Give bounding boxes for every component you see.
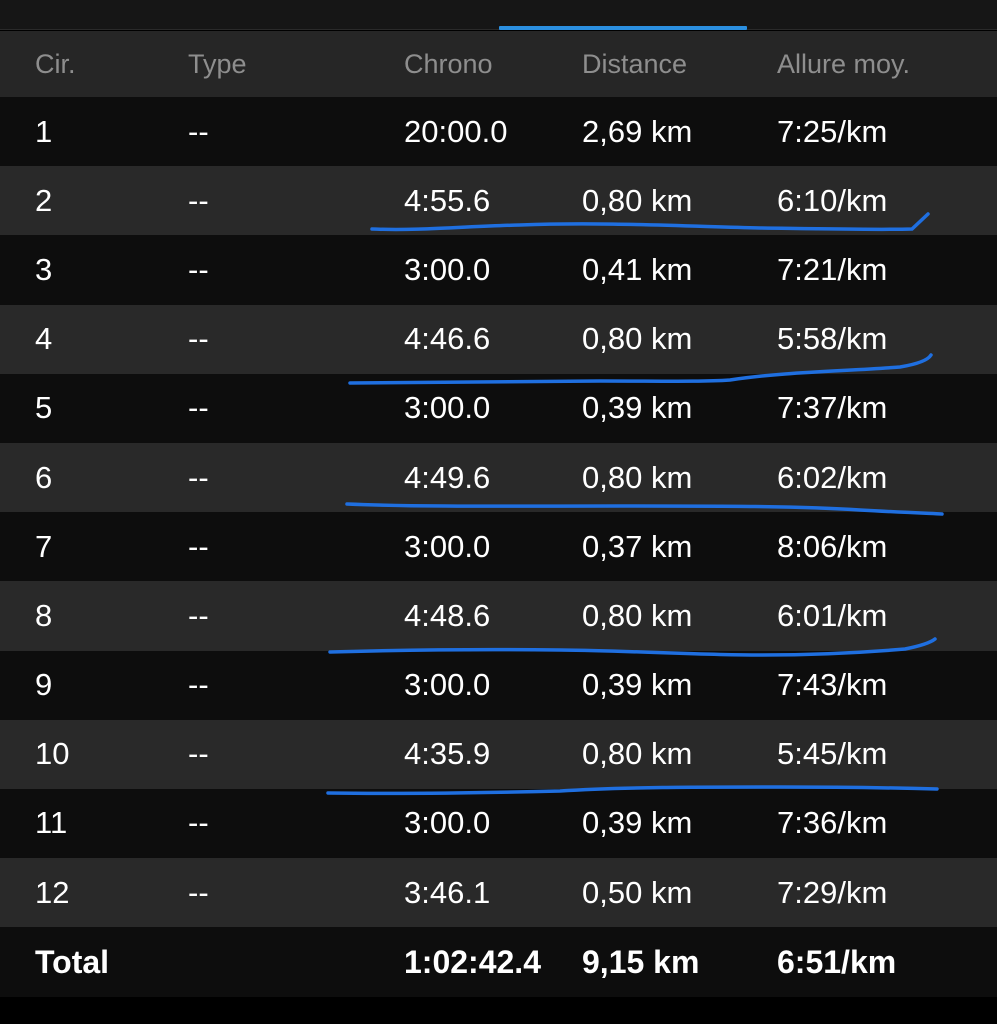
lap-distance: 0,37 km	[582, 528, 693, 564]
total-chrono: 1:02:42.4	[404, 943, 541, 980]
table-row[interactable]: 1 -- 20:00.0 2,69 km 7:25/km	[0, 97, 997, 167]
table-row[interactable]: 8 -- 4:48.6 0,80 km 6:01/km	[0, 581, 997, 651]
table-row[interactable]: 11 -- 3:00.0 0,39 km 7:36/km	[0, 788, 997, 859]
lap-number: 1	[35, 113, 53, 149]
lap-number: 12	[35, 874, 70, 910]
lap-chrono: 4:49.6	[404, 459, 491, 495]
lap-distance: 0,80 km	[582, 182, 693, 218]
lap-chrono: 3:00.0	[404, 528, 491, 564]
lap-pace: 7:36/km	[777, 805, 888, 841]
lap-pace: 7:29/km	[777, 874, 888, 910]
column-header-pace: Allure moy.	[777, 48, 911, 79]
lap-pace: 8:06/km	[777, 528, 888, 564]
lap-type: --	[188, 321, 209, 357]
lap-distance: 0,39 km	[582, 390, 693, 426]
lap-distance: 0,80 km	[582, 597, 693, 633]
lap-type: --	[188, 528, 209, 564]
total-label: Total	[35, 943, 110, 980]
lap-chrono: 3:00.0	[404, 390, 491, 426]
table-row[interactable]: 5 -- 3:00.0 0,39 km 7:37/km	[0, 373, 997, 443]
lap-type: --	[188, 459, 209, 495]
table-row[interactable]: 7 -- 3:00.0 0,37 km 8:06/km	[0, 512, 997, 582]
table-row[interactable]: 4 -- 4:46.6 0,80 km 5:58/km	[0, 304, 997, 374]
lap-chrono: 4:46.6	[404, 321, 491, 357]
lap-pace: 6:01/km	[777, 597, 888, 633]
lap-pace: 7:25/km	[777, 113, 888, 149]
table-row[interactable]: 10 -- 4:35.9 0,80 km 5:45/km	[0, 719, 997, 789]
lap-distance: 0,80 km	[582, 321, 693, 357]
lap-chrono: 3:00.0	[404, 805, 491, 841]
column-header-chrono: Chrono	[404, 48, 493, 79]
laps-table: Cir. Type Chrono Distance Allure moy. 1 …	[0, 31, 997, 998]
lap-distance: 0,39 km	[582, 805, 693, 841]
lap-number: 6	[35, 459, 53, 495]
table-row[interactable]: 3 -- 3:00.0 0,41 km 7:21/km	[0, 235, 997, 305]
lap-distance: 0,41 km	[582, 251, 693, 287]
table-row[interactable]: 2 -- 4:55.6 0,80 km 6:10/km	[0, 166, 997, 236]
column-header-lap: Cir.	[35, 48, 76, 79]
lap-pace: 6:10/km	[777, 182, 888, 218]
table-row[interactable]: 6 -- 4:49.6 0,80 km 6:02/km	[0, 442, 997, 513]
lap-distance: 0,50 km	[582, 874, 693, 910]
table-row[interactable]: 9 -- 3:00.0 0,39 km 7:43/km	[0, 650, 997, 720]
lap-number: 2	[35, 182, 53, 218]
tab-bar	[0, 0, 997, 30]
lap-number: 5	[35, 390, 53, 426]
lap-number: 3	[35, 251, 53, 287]
total-pace: 6:51/km	[777, 943, 897, 980]
lap-chrono: 4:48.6	[404, 597, 491, 633]
lap-type: --	[188, 667, 209, 703]
lap-pace: 7:21/km	[777, 251, 888, 287]
lap-chrono: 3:00.0	[404, 667, 491, 703]
lap-chrono: 20:00.0	[404, 113, 508, 149]
lap-pace: 5:45/km	[777, 736, 888, 772]
column-header-type: Type	[188, 48, 247, 79]
lap-pace: 7:43/km	[777, 667, 888, 703]
lap-type: --	[188, 874, 209, 910]
lap-number: 9	[35, 667, 53, 703]
total-row: Total 1:02:42.4 9,15 km 6:51/km	[0, 927, 997, 998]
lap-type: --	[188, 390, 209, 426]
lap-type: --	[188, 113, 209, 149]
lap-chrono: 3:46.1	[404, 874, 491, 910]
lap-number: 8	[35, 597, 53, 633]
lap-number: 11	[35, 805, 68, 841]
lap-pace: 6:02/km	[777, 459, 888, 495]
lap-number: 4	[35, 321, 53, 357]
lap-type: --	[188, 182, 209, 218]
lap-pace: 5:58/km	[777, 321, 888, 357]
lap-type: --	[188, 251, 209, 287]
table-header-row: Cir. Type Chrono Distance Allure moy.	[0, 31, 997, 97]
column-header-distance: Distance	[582, 48, 688, 79]
lap-distance: 0,80 km	[582, 736, 693, 772]
lap-chrono: 3:00.0	[404, 251, 491, 287]
lap-chrono: 4:35.9	[404, 736, 491, 772]
total-distance: 9,15 km	[582, 943, 700, 980]
lap-chrono: 4:55.6	[404, 182, 491, 218]
lap-distance: 0,80 km	[582, 459, 693, 495]
tab-overview[interactable]	[0, 0, 498, 30]
lap-distance: 0,39 km	[582, 667, 693, 703]
lap-type: --	[188, 597, 209, 633]
lap-number: 7	[35, 528, 53, 564]
lap-number: 10	[35, 736, 70, 772]
table-row[interactable]: 12 -- 3:46.1 0,50 km 7:29/km	[0, 858, 997, 928]
active-tab-indicator	[499, 26, 747, 30]
lap-type: --	[188, 805, 209, 841]
lap-distance: 2,69 km	[582, 113, 693, 149]
lap-pace: 7:37/km	[777, 390, 888, 426]
lap-type: --	[188, 736, 209, 772]
